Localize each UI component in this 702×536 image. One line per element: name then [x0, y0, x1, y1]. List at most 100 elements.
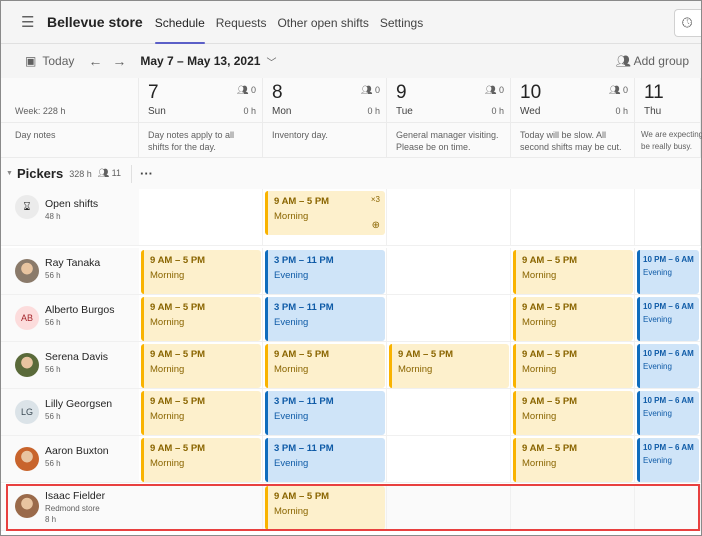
schedule-cell[interactable]: 9 AM – 5 PM Morning: [263, 342, 387, 388]
person-name[interactable]: Lilly Georgsen: [45, 398, 112, 410]
schedule-cell[interactable]: [635, 484, 701, 530]
schedule-cell[interactable]: [511, 189, 635, 245]
shift-card-morning[interactable]: 9 AM – 5 PM Morning ×3 ⊕: [265, 191, 385, 235]
shift-card-morning[interactable]: 9 AM – 5 PM Morning: [141, 391, 261, 435]
schedule-cell[interactable]: 9 AM – 5 PM Morning: [511, 295, 635, 341]
schedule-cell[interactable]: 9 AM – 5 PM Morning: [387, 342, 511, 388]
shift-card-morning[interactable]: 9 AM – 5 PM Morning: [265, 486, 385, 530]
add-group-button[interactable]: 👥︎ Add group: [616, 54, 689, 68]
menu-icon[interactable]: ☰: [21, 13, 35, 31]
chevron-down-icon[interactable]: ﹀: [266, 54, 276, 69]
today-button[interactable]: Today: [42, 54, 74, 68]
people-icon: 👥︎: [609, 85, 623, 95]
person-hours: 8 h: [45, 515, 57, 524]
schedule-cell[interactable]: 9 AM – 5 PM Morning: [139, 342, 263, 388]
person-name[interactable]: Open shifts: [45, 198, 98, 210]
shift-card-evening[interactable]: 3 PM – 11 PM Evening: [265, 250, 385, 294]
shift-card-morning[interactable]: 9 AM – 5 PM Morning: [141, 250, 261, 294]
day-note[interactable]: Today will be slow. All second shifts ma…: [511, 123, 635, 158]
tab-requests[interactable]: Requests: [216, 1, 267, 44]
person-name[interactable]: Serena Davis: [45, 351, 108, 363]
date-range-picker[interactable]: May 7 – May 13, 2021: [140, 54, 260, 68]
previous-week-arrow-icon[interactable]: ←: [88, 53, 102, 69]
schedule-cell[interactable]: 10 PM – 6 AM Evening: [635, 436, 701, 482]
shift-label: Morning: [274, 364, 309, 375]
tab-settings[interactable]: Settings: [380, 1, 423, 44]
schedule-cell[interactable]: 9 AM – 5 PM Morning: [511, 342, 635, 388]
shift-card-morning[interactable]: 9 AM – 5 PM Morning: [141, 344, 261, 388]
tab-schedule[interactable]: Schedule: [154, 1, 205, 44]
shift-label: Morning: [522, 270, 557, 281]
schedule-cell[interactable]: [387, 436, 511, 482]
person-name[interactable]: Alberto Burgos: [45, 304, 114, 316]
schedule-cell[interactable]: 9 AM – 5 PM Morning: [139, 295, 263, 341]
schedule-cell[interactable]: [387, 295, 511, 341]
day-header-mon: 8 Mon 👥︎ 0 0 h: [263, 78, 387, 123]
avatar: AB: [15, 306, 39, 330]
shift-card-morning[interactable]: 9 AM – 5 PM Morning: [389, 344, 509, 388]
shift-card-morning[interactable]: 9 AM – 5 PM Morning: [141, 297, 261, 341]
schedule-cell[interactable]: [387, 389, 511, 435]
employee-row: AB Alberto Burgos 56 h 9 AM – 5 PM Morning 3 …: [1, 295, 701, 342]
person-name[interactable]: Isaac Fielder: [45, 490, 105, 502]
schedule-cell[interactable]: [139, 484, 263, 530]
person-name[interactable]: Ray Tanaka: [45, 257, 100, 269]
schedule-cell[interactable]: [387, 248, 511, 294]
schedule-cell[interactable]: 3 PM – 11 PM Evening: [263, 248, 387, 294]
schedule-cell[interactable]: 9 AM – 5 PM Morning: [511, 248, 635, 294]
shift-card-morning[interactable]: 9 AM – 5 PM Morning: [513, 344, 633, 388]
shift-time: 3 PM – 11 PM: [274, 255, 334, 266]
schedule-cell[interactable]: 9 AM – 5 PM Morning: [139, 389, 263, 435]
day-name: Sun: [148, 106, 166, 117]
schedule-cell[interactable]: 3 PM – 11 PM Evening: [263, 389, 387, 435]
schedule-cell[interactable]: 10 PM – 6 AM Evening: [635, 342, 701, 388]
schedule-cell[interactable]: 9 AM – 5 PM Morning: [263, 484, 387, 530]
schedule-cell[interactable]: 10 PM – 6 AM Evening: [635, 295, 701, 341]
day-note[interactable]: General manager visiting. Please be on t…: [387, 123, 511, 158]
schedule-cell[interactable]: [139, 189, 263, 245]
shift-card-evening[interactable]: 3 PM – 11 PM Evening: [265, 297, 385, 341]
schedule-cell[interactable]: [511, 484, 635, 530]
shift-card-evening[interactable]: 10 PM – 6 AM Evening: [637, 297, 699, 341]
day-note[interactable]: We are expecting be really busy.: [635, 123, 702, 158]
next-week-arrow-icon[interactable]: →: [112, 53, 126, 69]
shift-card-evening[interactable]: 3 PM – 11 PM Evening: [265, 391, 385, 435]
shift-card-evening[interactable]: 10 PM – 6 AM Evening: [637, 438, 699, 482]
schedule-toolbar: ▣ Today ← → May 7 – May 13, 2021 ﹀ 👥︎ Ad…: [1, 44, 701, 78]
collapse-caret-icon[interactable]: ▼: [6, 170, 13, 177]
shift-card-evening[interactable]: 10 PM – 6 AM Evening: [637, 391, 699, 435]
schedule-cell[interactable]: [635, 189, 701, 245]
team-title: Bellevue store: [47, 14, 143, 30]
more-options-icon[interactable]: ···: [140, 166, 153, 181]
shift-card-morning[interactable]: 9 AM – 5 PM Morning: [513, 438, 633, 482]
day-notes-label: Day notes: [1, 123, 139, 158]
schedule-cell[interactable]: 9 AM – 5 PM Morning: [511, 436, 635, 482]
shift-card-morning[interactable]: 9 AM – 5 PM Morning: [141, 438, 261, 482]
shift-card-morning[interactable]: 9 AM – 5 PM Morning: [513, 250, 633, 294]
shift-card-morning[interactable]: 9 AM – 5 PM Morning: [513, 391, 633, 435]
schedule-cell[interactable]: 10 PM – 6 AM Evening: [635, 248, 701, 294]
shift-time: 3 PM – 11 PM: [274, 443, 334, 454]
shift-card-evening[interactable]: 10 PM – 6 AM Evening: [637, 344, 699, 388]
schedule-cell[interactable]: 9 AM – 5 PM Morning ×3 ⊕: [263, 189, 387, 245]
schedule-cell[interactable]: [387, 484, 511, 530]
clock-icon[interactable]: 🕓︎: [674, 9, 701, 37]
schedule-cell[interactable]: 9 AM – 5 PM Morning: [139, 436, 263, 482]
calendar-today-icon[interactable]: ▣: [25, 54, 36, 68]
employee-row: LG Lilly Georgsen 56 h 9 AM – 5 PM Morning 3 …: [1, 389, 701, 436]
tab-other-open-shifts[interactable]: Other open shifts: [277, 1, 368, 44]
schedule-cell[interactable]: 3 PM – 11 PM Evening: [263, 295, 387, 341]
row-person: Serena Davis 56 h: [1, 342, 139, 388]
schedule-cell[interactable]: 9 AM – 5 PM Morning: [511, 389, 635, 435]
schedule-cell[interactable]: [387, 189, 511, 245]
shift-card-morning[interactable]: 9 AM – 5 PM Morning: [265, 344, 385, 388]
shift-card-morning[interactable]: 9 AM – 5 PM Morning: [513, 297, 633, 341]
shift-card-evening[interactable]: 10 PM – 6 AM Evening: [637, 250, 699, 294]
day-note[interactable]: Day notes apply to all shifts for the da…: [139, 123, 263, 158]
person-name[interactable]: Aaron Buxton: [45, 445, 109, 457]
shift-card-evening[interactable]: 3 PM – 11 PM Evening: [265, 438, 385, 482]
day-note[interactable]: Inventory day.: [263, 123, 387, 158]
schedule-cell[interactable]: 9 AM – 5 PM Morning: [139, 248, 263, 294]
schedule-cell[interactable]: 3 PM – 11 PM Evening: [263, 436, 387, 482]
schedule-cell[interactable]: 10 PM – 6 AM Evening: [635, 389, 701, 435]
